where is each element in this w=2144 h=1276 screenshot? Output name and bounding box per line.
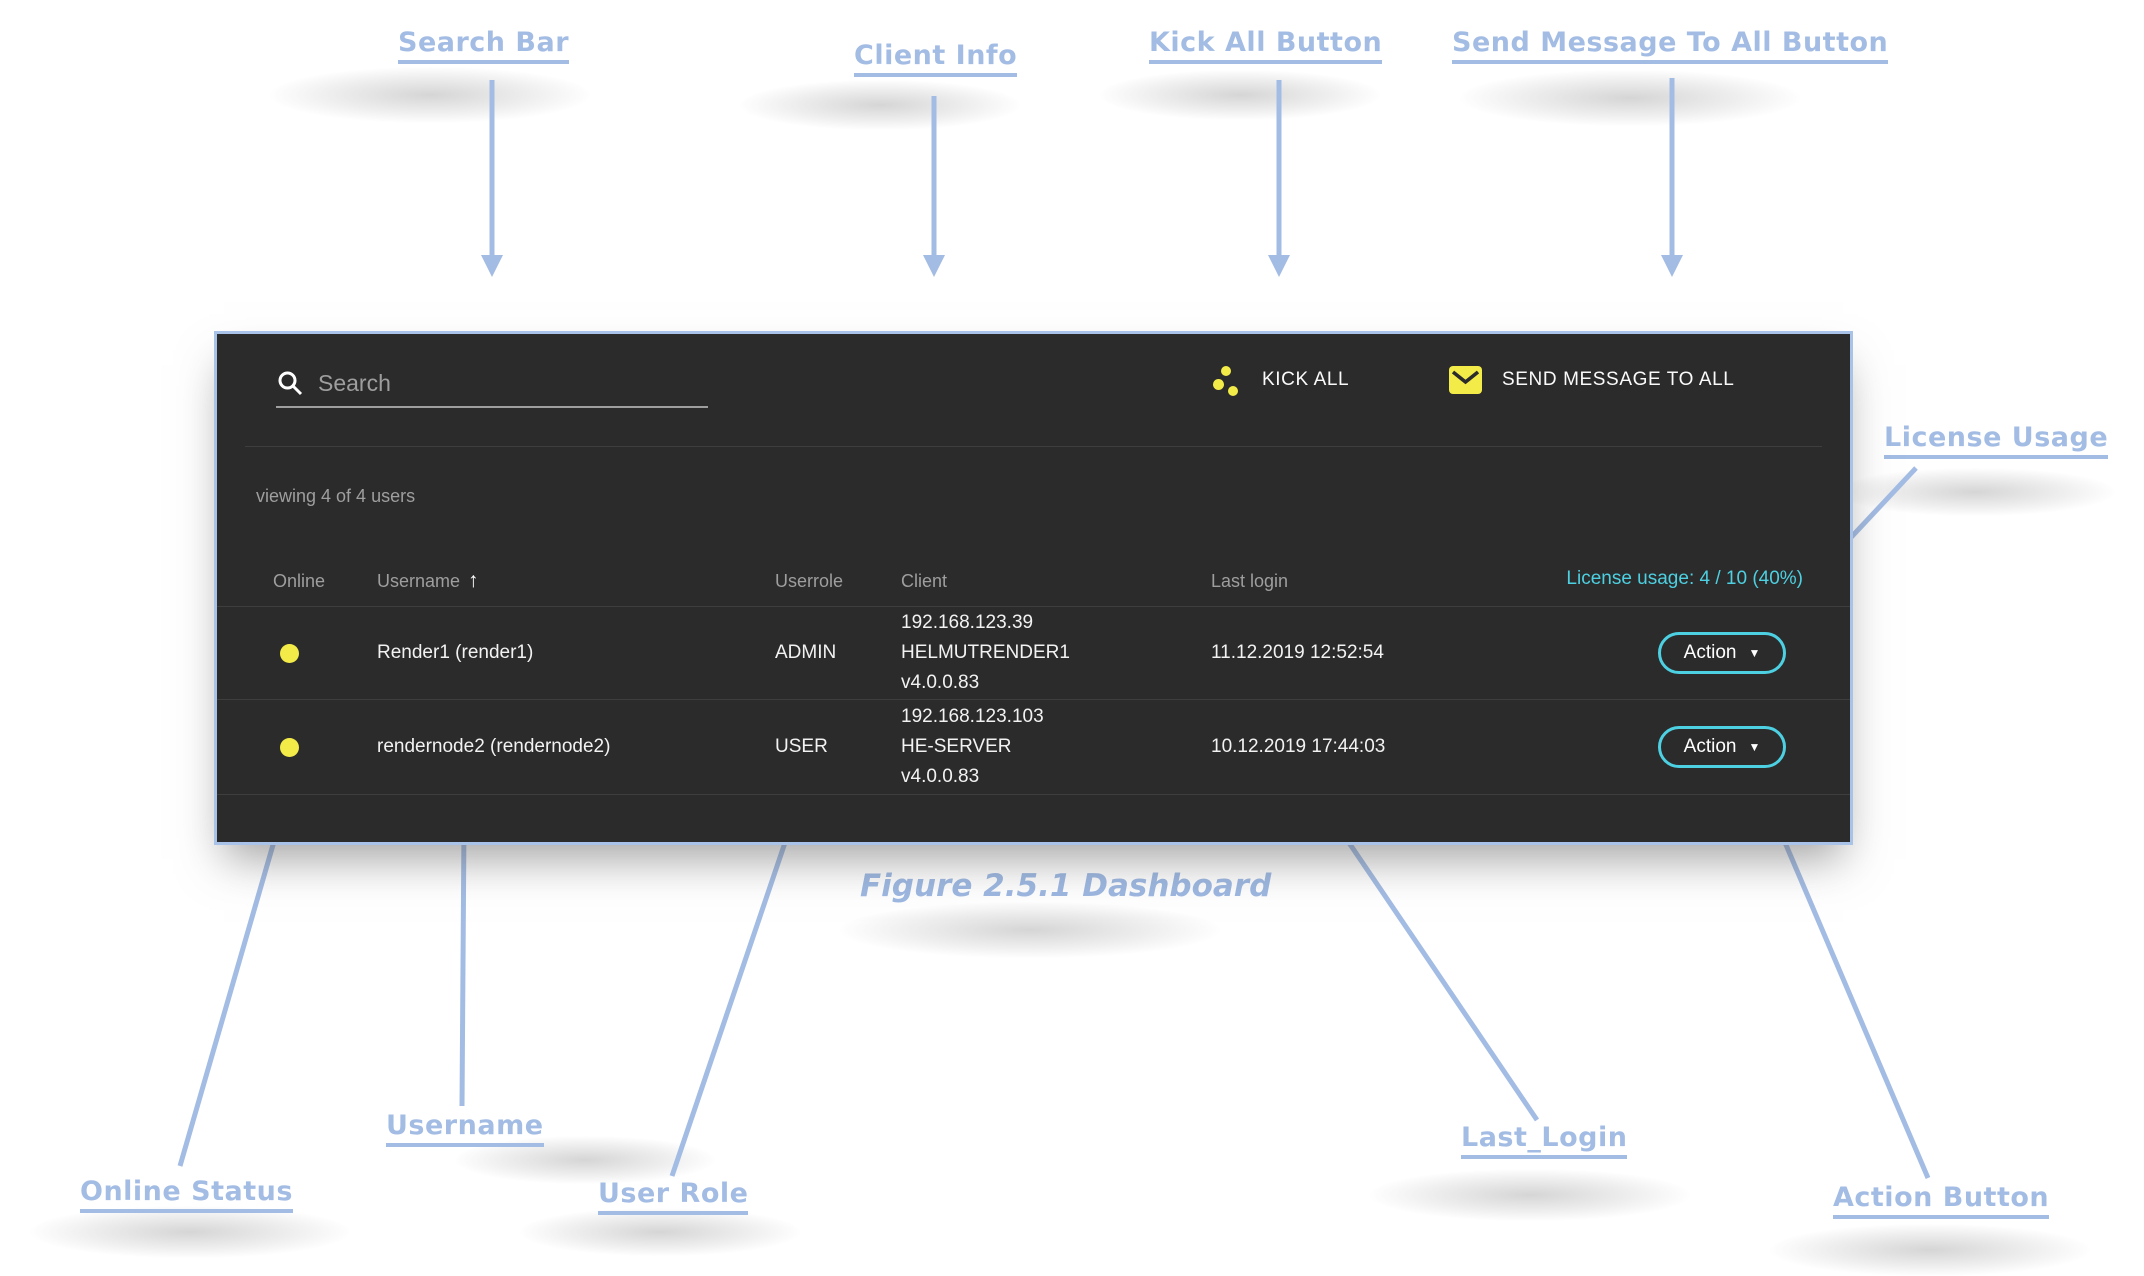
client-ip: 192.168.123.103: [901, 702, 1211, 732]
annotation-user-role: User Role: [598, 1178, 748, 1215]
search-input[interactable]: [318, 370, 658, 397]
kick-all-button[interactable]: KICK ALL: [1212, 356, 1349, 404]
action-button[interactable]: Action ▼: [1658, 726, 1786, 768]
annotation-search-bar: Search Bar: [398, 27, 569, 64]
shadow-blob: [270, 67, 590, 123]
toolbar-divider: [245, 446, 1822, 447]
username-cell: Render1 (render1): [377, 642, 775, 664]
shadow-blob: [1835, 468, 2115, 516]
client-info-cell: 192.168.123.103 HE-SERVER v4.0.0.83: [901, 702, 1211, 792]
header-username[interactable]: Username ↑: [377, 569, 775, 593]
annotation-last-login: Last_Login: [1461, 1122, 1627, 1159]
table-row[interactable]: Render1 (render1) ADMIN 192.168.123.39 H…: [217, 607, 1850, 700]
sort-ascending-icon[interactable]: ↑: [468, 569, 479, 592]
bubble-chart-icon: [1212, 362, 1242, 398]
search-field[interactable]: [276, 360, 708, 408]
last-login-cell: 11.12.2019 12:52:54: [1211, 642, 1591, 664]
userrole-cell: ADMIN: [775, 642, 901, 664]
shadow-blob: [1460, 70, 1800, 126]
caret-down-icon: ▼: [1748, 646, 1760, 660]
kick-all-label: KICK ALL: [1262, 369, 1349, 391]
action-button-label: Action: [1684, 642, 1737, 664]
viewing-count: viewing 4 of 4 users: [256, 486, 415, 507]
annotation-online-status: Online Status: [80, 1176, 293, 1213]
header-username-label: Username: [377, 571, 460, 591]
shadow-blob: [1100, 70, 1380, 120]
header-online[interactable]: Online: [217, 571, 377, 592]
annotation-kick-all-button: Kick All Button: [1149, 27, 1382, 64]
online-status-dot: [280, 644, 299, 663]
last-login-cell: 10.12.2019 17:44:03: [1211, 736, 1591, 758]
header-client[interactable]: Client: [901, 571, 1211, 592]
client-hostname: HELMUTRENDER1: [901, 638, 1211, 668]
client-ip: 192.168.123.39: [901, 608, 1211, 638]
shadow-blob: [840, 902, 1220, 958]
table-row[interactable]: rendernode2 (rendernode2) USER 192.168.1…: [217, 700, 1850, 795]
dashboard-panel: KICK ALL SEND MESSAGE TO ALL viewing 4 o…: [214, 331, 1853, 845]
action-button-label: Action: [1684, 736, 1737, 758]
annotation-license-usage: License Usage: [1884, 422, 2108, 459]
shadow-blob: [1770, 1224, 2090, 1276]
shadow-blob: [1370, 1169, 1690, 1221]
send-message-label: SEND MESSAGE TO ALL: [1502, 369, 1734, 391]
client-hostname: HE-SERVER: [901, 732, 1211, 762]
header-last-login[interactable]: Last login: [1211, 571, 1591, 592]
username-cell: rendernode2 (rendernode2): [377, 736, 775, 758]
client-version: v4.0.0.83: [901, 762, 1211, 792]
annotation-client-info: Client Info: [854, 40, 1017, 77]
annotation-username: Username: [386, 1110, 544, 1147]
client-info-cell: 192.168.123.39 HELMUTRENDER1 v4.0.0.83: [901, 608, 1211, 698]
annotation-action-button: Action Button: [1833, 1182, 2049, 1219]
shadow-blob: [30, 1206, 350, 1258]
send-message-to-all-button[interactable]: SEND MESSAGE TO ALL: [1449, 356, 1734, 404]
caret-down-icon: ▼: [1748, 740, 1760, 754]
userrole-cell: USER: [775, 736, 901, 758]
license-usage-text: License usage: 4 / 10 (40%): [1566, 568, 1803, 590]
shadow-blob: [740, 80, 1020, 130]
client-version: v4.0.0.83: [901, 668, 1211, 698]
annotation-send-message-button: Send Message To All Button: [1452, 27, 1888, 64]
mail-icon: [1449, 366, 1482, 394]
online-status-dot: [280, 738, 299, 757]
action-button[interactable]: Action ▼: [1658, 632, 1786, 674]
figure-caption: Figure 2.5.1 Dashboard: [860, 868, 1210, 904]
header-userrole[interactable]: Userrole: [775, 571, 901, 592]
search-icon: [276, 369, 304, 397]
table-header-row: Online Username ↑ Userrole Client Last lo…: [217, 556, 1850, 607]
shadow-blob: [520, 1208, 800, 1256]
